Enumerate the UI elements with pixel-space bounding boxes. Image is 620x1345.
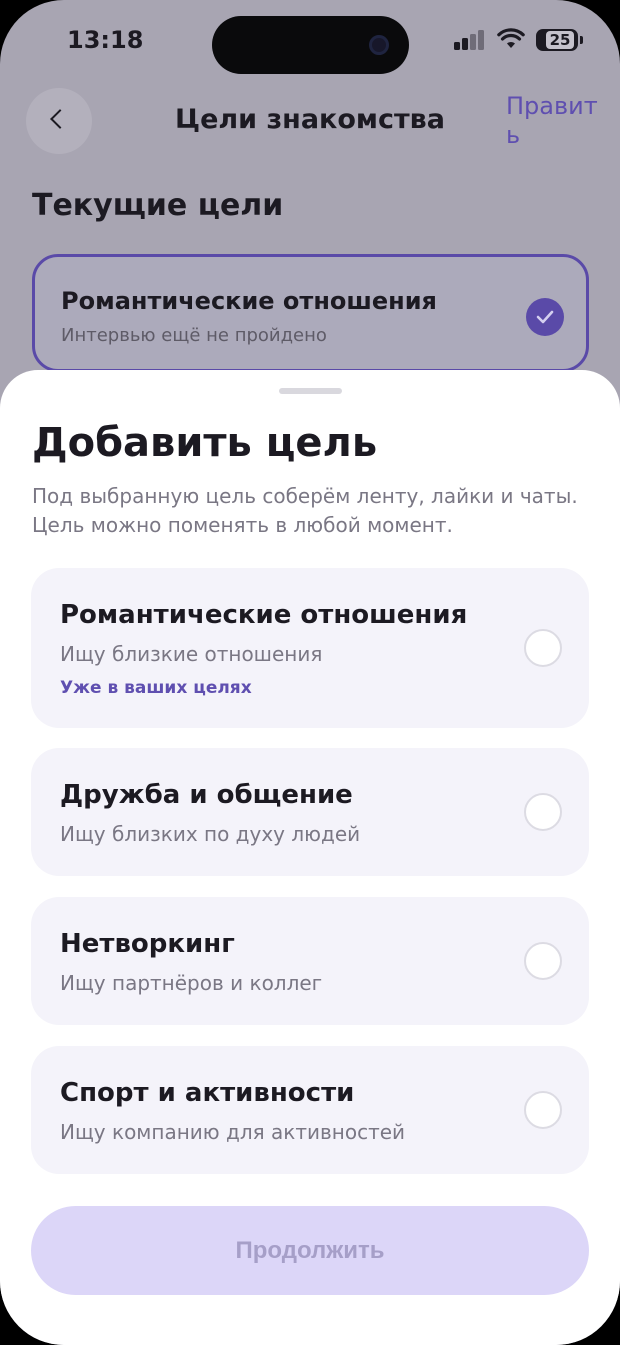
- goal-option-romance[interactable]: Романтические отношения Ищу близкие отно…: [31, 568, 589, 728]
- wifi-icon: [497, 28, 525, 48]
- goal-radio-button[interactable]: [524, 942, 562, 980]
- goal-option-friendship[interactable]: Дружба и общение Ищу близких по духу люд…: [31, 748, 589, 876]
- continue-button[interactable]: Продолжить: [31, 1206, 589, 1295]
- current-goal-status: Интервью ещё не пройдено: [61, 325, 327, 346]
- status-bar: 13:18 25: [0, 0, 620, 80]
- sheet-subtitle: Под выбранную цель соберём ленту, лайки …: [32, 484, 578, 537]
- goal-option-sport[interactable]: Спорт и активности Ищу компанию для акти…: [31, 1046, 589, 1174]
- goal-option-networking[interactable]: Нетворкинг Ищу партнёров и коллег: [31, 897, 589, 1025]
- goal-option-subtitle: Ищу компанию для активностей: [60, 1120, 406, 1144]
- battery-icon: 25: [536, 29, 578, 51]
- goal-option-subtitle: Ищу партнёров и коллег: [60, 971, 323, 995]
- dynamic-island: [212, 16, 409, 74]
- current-goal-title: Романтические отношения: [61, 287, 437, 315]
- sheet-grabber[interactable]: [279, 388, 342, 394]
- add-goal-sheet: Добавить цель Под выбранную цель соберём…: [0, 370, 620, 1345]
- back-button[interactable]: [26, 88, 92, 154]
- camera-icon: [369, 35, 389, 55]
- goal-radio-button[interactable]: [524, 629, 562, 667]
- goal-option-title: Романтические отношения: [60, 600, 468, 630]
- goal-radio-button[interactable]: [524, 793, 562, 831]
- status-time: 13:18: [67, 26, 144, 54]
- current-goal-card[interactable]: Романтические отношения Интервью ещё не …: [32, 254, 589, 372]
- page-title: Цели знакомства: [175, 104, 445, 135]
- checkmark-icon: [526, 298, 564, 336]
- goal-option-subtitle: Ищу близкие отношения: [60, 642, 323, 666]
- chevron-left-icon: [50, 109, 70, 129]
- already-in-goals-note: Уже в ваших целях: [60, 678, 252, 698]
- goal-radio-button[interactable]: [524, 1091, 562, 1129]
- edit-button[interactable]: Править: [506, 92, 606, 150]
- battery-nub: [580, 36, 583, 44]
- signal-icon: [454, 30, 486, 50]
- goal-option-title: Спорт и активности: [60, 1078, 355, 1108]
- sheet-title: Добавить цель: [32, 420, 378, 466]
- phone-screen: 13:18 25 Цели знакомства Править Текущие…: [0, 0, 620, 1345]
- goal-option-subtitle: Ищу близких по духу людей: [60, 822, 361, 846]
- battery-level: 25: [546, 31, 574, 49]
- current-goals-title: Текущие цели: [32, 188, 284, 223]
- goal-option-title: Дружба и общение: [60, 780, 353, 810]
- goal-option-title: Нетворкинг: [60, 929, 235, 959]
